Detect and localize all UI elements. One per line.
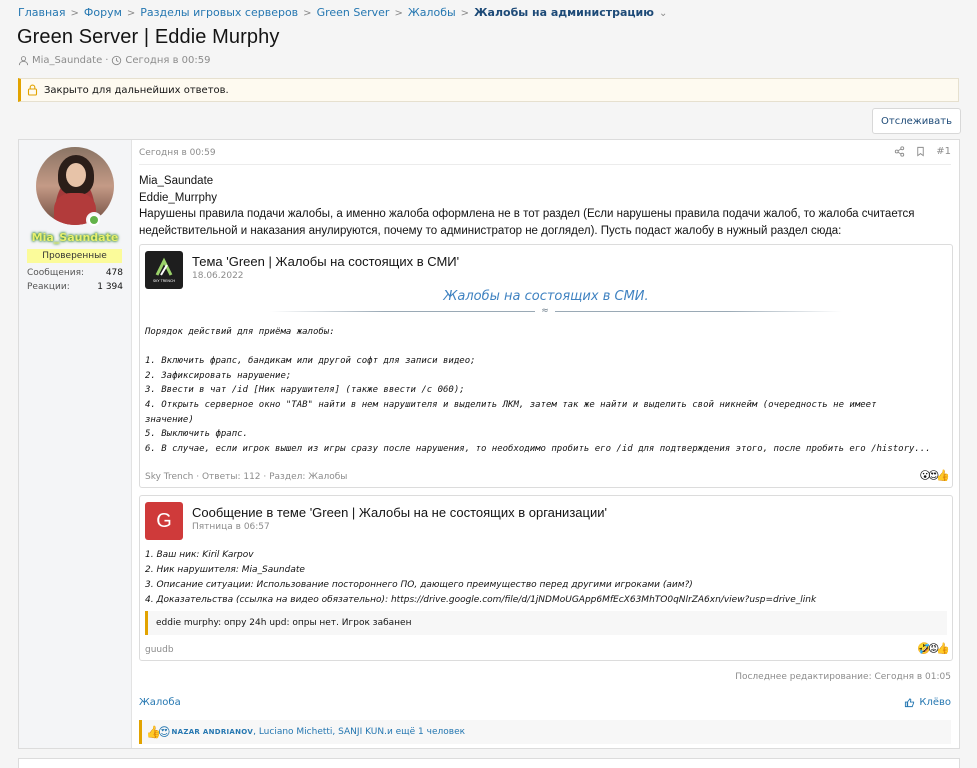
reaction-emoji: 👍😍 (146, 725, 171, 739)
thread-meta: Mia_Saundate · Сегодня в 00:59 (18, 55, 210, 66)
stat-value: 1 394 (97, 282, 123, 292)
stat-label: Сообщения: (27, 268, 85, 278)
closed-notice: Закрыто для дальнейших ответов. (18, 78, 959, 102)
closed-notice-text: Закрыто для дальнейших ответов. (44, 84, 229, 96)
share-icon[interactable] (894, 146, 905, 157)
user-letter-avatar: G (145, 502, 183, 540)
rules-line: Порядок действий для приёма жалобы: (145, 327, 335, 337)
sky-trench-logo-icon: SKY TRENCH (145, 251, 183, 289)
reactor-link[interactable]: NAZAR ANDRIANOV (171, 728, 253, 736)
page-title: Green Server | Eddie Murphy (17, 26, 280, 48)
stat-value: 478 (105, 268, 123, 278)
lock-icon (27, 84, 38, 96)
rules-line: 4. Открыть серверное окно "TAB" найти в … (145, 399, 877, 410)
rules-line: 6. В случае, если игрок вышел из игры ср… (145, 443, 931, 454)
breadcrumb: Главная > Форум > Разделы игровых серверов > G… (18, 6, 667, 19)
post-date[interactable]: Сегодня в 00:59 (139, 148, 216, 158)
chevron-right-icon: > (460, 8, 470, 19)
bookmark-icon[interactable] (915, 146, 926, 157)
embed-date: 18.06.2022 (192, 271, 244, 281)
post-line: Mia_Saundate (139, 175, 214, 187)
message-line: 2. Ник нарушителя: Mia_Saundate (145, 565, 305, 575)
online-status-icon (86, 212, 102, 228)
last-edited-note: Последнее редактирование: Сегодня в 01:0… (735, 672, 951, 682)
username[interactable]: Mia_Saundate (19, 231, 131, 244)
rules-blank-line (145, 340, 931, 355)
reactions-summary[interactable]: 👍😍 NAZAR ANDRIANOV , Luciano Michetti, S… (139, 720, 951, 744)
chevron-right-icon: > (303, 8, 312, 19)
like-button[interactable]: Клёво (904, 697, 951, 708)
embed-reactions: 🤣😡👍 (917, 642, 950, 655)
post-main: Сегодня в 00:59 #1 Mia_Saundate Eddie_Mu… (139, 140, 954, 748)
next-post-edge (18, 758, 960, 768)
post-number[interactable]: #1 (936, 146, 951, 157)
rules-line: 3. Ввести в чат /id [Ник нарушителя] (та… (145, 385, 465, 396)
reactor-list[interactable]: , Luciano Michetti, SANJI KUN. (253, 727, 387, 737)
breadcrumb-forum[interactable]: Форум (84, 6, 122, 19)
embed-footer: guudb (145, 645, 174, 655)
stat-label: Реакции: (27, 282, 70, 292)
like-label: Клёво (919, 697, 951, 708)
chevron-down-icon[interactable]: ⌄ (659, 8, 667, 19)
embed-divider (270, 311, 842, 312)
user-title-badge: Проверенные (27, 249, 122, 263)
message-line: 1. Ваш ник: Kiril Karpov (145, 550, 254, 560)
post-line: Eddie_Murrphy (139, 191, 217, 204)
reactor-more[interactable]: и ещё 1 человек (387, 727, 465, 737)
user-icon (18, 56, 29, 66)
svg-text:SKY TRENCH: SKY TRENCH (153, 279, 175, 283)
embed-title[interactable]: Тема 'Green | Жалобы на состоящих в СМИ' (192, 254, 459, 269)
rules-line: значение) (145, 414, 194, 425)
chevron-right-icon: > (394, 8, 403, 19)
rules-line: 1. Включить фрапс, бандикам или другой с… (145, 356, 476, 367)
message-line: 4. Доказательства (ссылка на видео обяза… (145, 595, 817, 605)
message-line: 3. Описание ситуации: Использование пост… (145, 580, 693, 590)
post-actions: #1 (894, 146, 951, 157)
meta-separator: · (105, 55, 109, 66)
chevron-right-icon: > (70, 8, 79, 19)
post-header-divider (139, 164, 951, 165)
avatar[interactable] (36, 147, 114, 225)
post-line: недействительной и наказания анулируются… (139, 224, 842, 237)
breadcrumb-current[interactable]: Жалобы на администрацию (474, 6, 654, 19)
post-body: Mia_Saundate Eddie_Murrphy Нарушены прав… (139, 173, 954, 239)
embed-date: Пятница в 06:57 (192, 522, 270, 532)
post: Mia_Saundate Проверенные Сообщения: 478 … (18, 139, 960, 749)
embed-reactions: 😮😍👍 (919, 469, 950, 482)
embed-quote: eddie murphy: опру 24h upd: опры нет. Иг… (145, 611, 947, 635)
post-line: Нарушены правила подачи жалобы, а именно… (139, 208, 915, 220)
rules-line: 2. Зафиксировать нарушение; (145, 370, 292, 381)
breadcrumb-green-server[interactable]: Green Server (317, 6, 390, 19)
embedded-thread-card[interactable]: SKY TRENCH Тема 'Green | Жалобы на состо… (139, 244, 953, 488)
thread-author[interactable]: Mia_Saundate (32, 55, 102, 66)
breadcrumb-complaints[interactable]: Жалобы (408, 6, 456, 19)
embed-rules: Порядок действий для приёма жалобы: 1. В… (145, 325, 931, 456)
stat-messages: Сообщения: 478 (27, 268, 123, 278)
embed-title[interactable]: Сообщение в теме 'Green | Жалобы на не с… (192, 505, 607, 520)
chevron-right-icon: > (126, 8, 136, 19)
clock-icon (112, 55, 122, 66)
breadcrumb-home[interactable]: Главная (18, 6, 66, 19)
embedded-post-card[interactable]: G Сообщение в теме 'Green | Жалобы на не… (139, 495, 953, 661)
rules-line: 5. Выключить фрапс. (145, 429, 248, 440)
follow-button[interactable]: Отслеживать (872, 108, 961, 134)
breadcrumb-game-servers[interactable]: Разделы игровых серверов (140, 6, 298, 19)
user-sidebar: Mia_Saundate Проверенные Сообщения: 478 … (19, 140, 132, 748)
tag-link[interactable]: Жалоба (139, 697, 181, 708)
embed-message-lines: 1. Ваш ник: Kiril Karpov 2. Ник нарушите… (145, 548, 816, 608)
embed-footer: Sky Trench · Ответы: 112 · Раздел: Жалоб… (145, 472, 348, 482)
stat-reactions: Реакции: 1 394 (27, 282, 123, 292)
embed-heading: Жалобы на состоящих в СМИ. (443, 289, 649, 304)
divider-ornament-icon: ≈ (535, 306, 555, 316)
thumbs-up-icon (905, 698, 915, 708)
thread-date[interactable]: Сегодня в 00:59 (125, 55, 210, 66)
